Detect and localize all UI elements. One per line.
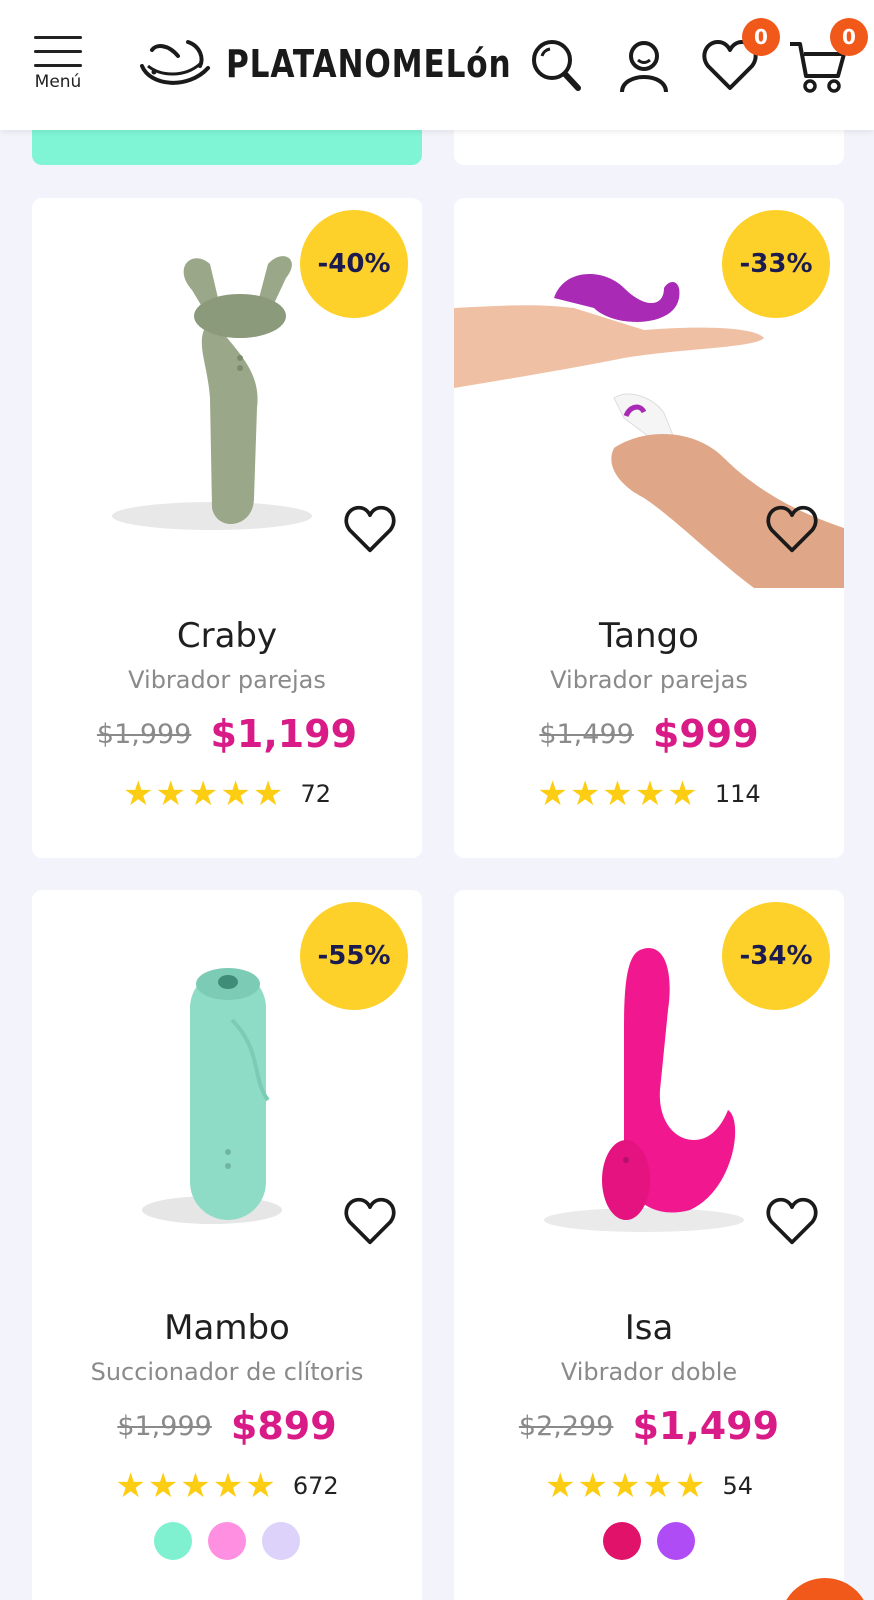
- rating-row: ★★★★★ 54: [454, 1466, 844, 1506]
- heart-icon[interactable]: [342, 1196, 398, 1246]
- original-price: $1,999: [117, 1410, 212, 1442]
- review-count: 54: [722, 1472, 754, 1500]
- product-card[interactable]: -40% Craby Vibrador parejas $1,999 $1,19…: [32, 198, 422, 858]
- star-rating-icon: ★★★★★: [544, 1466, 708, 1506]
- star-rating-icon: ★★★★★: [115, 1466, 278, 1506]
- sale-price: $1,499: [632, 1404, 780, 1448]
- price-row: $1,999 $899: [32, 1404, 422, 1448]
- original-price: $1,499: [539, 718, 634, 750]
- rating-row: ★★★★★ 114: [454, 774, 844, 814]
- wishlist-count-badge: 0: [742, 18, 780, 56]
- discount-badge: -40%: [300, 210, 408, 318]
- star-rating-icon: ★★★★★: [537, 774, 700, 814]
- cart-button[interactable]: 0: [788, 18, 868, 96]
- product-card[interactable]: -34% Isa Vibrador doble $2,299 $1,499 ★★…: [454, 890, 844, 1600]
- product-name[interactable]: Isa: [454, 1308, 844, 1348]
- star-rating-icon: ★★★★★: [122, 774, 286, 814]
- account-icon[interactable]: [614, 36, 674, 96]
- product-category: Vibrador doble: [560, 1358, 738, 1386]
- banana-logo-icon: [140, 40, 210, 85]
- brand-name: PLATANOMELón: [226, 42, 512, 86]
- discount-badge: -55%: [300, 902, 408, 1010]
- product-category: Vibrador parejas: [128, 666, 326, 694]
- product-card[interactable]: -33% Tango Vibrador parejas $1,499 $999 …: [454, 198, 844, 858]
- heart-icon[interactable]: [342, 504, 398, 554]
- review-count: 114: [714, 780, 761, 808]
- sale-price: $1,199: [210, 712, 358, 756]
- product-name[interactable]: Craby: [32, 616, 422, 656]
- color-swatch[interactable]: [657, 1522, 695, 1560]
- color-swatch[interactable]: [154, 1522, 192, 1560]
- heart-icon[interactable]: [764, 504, 820, 554]
- price-row: $1,999 $1,199: [32, 712, 422, 756]
- menu-button[interactable]: Menú: [30, 36, 86, 96]
- review-count: 672: [292, 1472, 339, 1500]
- cart-count-badge: 0: [830, 18, 868, 56]
- heart-icon[interactable]: [764, 1196, 820, 1246]
- color-swatch[interactable]: [262, 1522, 300, 1560]
- sale-price: $999: [652, 712, 759, 756]
- brand-logo[interactable]: PLATANOMELón: [138, 36, 574, 92]
- color-swatch[interactable]: [208, 1522, 246, 1560]
- color-swatch[interactable]: [603, 1522, 641, 1560]
- price-row: $1,499 $999: [454, 712, 844, 756]
- rating-row: ★★★★★ 72: [32, 774, 422, 814]
- discount-badge: -33%: [722, 210, 830, 318]
- sale-price: $899: [230, 1404, 337, 1448]
- product-category: Succionador de clítoris: [90, 1358, 364, 1386]
- review-count: 72: [300, 780, 332, 808]
- hamburger-icon: [34, 36, 82, 67]
- rating-row: ★★★★★ 672: [32, 1466, 422, 1506]
- color-swatches: [454, 1522, 844, 1564]
- search-icon[interactable]: [526, 36, 586, 96]
- product-category: Vibrador parejas: [550, 666, 748, 694]
- wishlist-button[interactable]: 0: [700, 18, 780, 96]
- product-card[interactable]: -55% Mambo Succionador de clítoris $1,99…: [32, 890, 422, 1600]
- product-name[interactable]: Tango: [454, 616, 844, 656]
- product-name[interactable]: Mambo: [32, 1308, 422, 1348]
- top-header: Menú PLATANOMELón 0 0: [0, 0, 874, 130]
- discount-badge: -34%: [722, 902, 830, 1010]
- price-row: $2,299 $1,499: [454, 1404, 844, 1448]
- menu-label: Menú: [34, 72, 82, 92]
- color-swatches: [32, 1522, 422, 1564]
- original-price: $2,299: [518, 1410, 614, 1442]
- original-price: $1,999: [96, 718, 192, 750]
